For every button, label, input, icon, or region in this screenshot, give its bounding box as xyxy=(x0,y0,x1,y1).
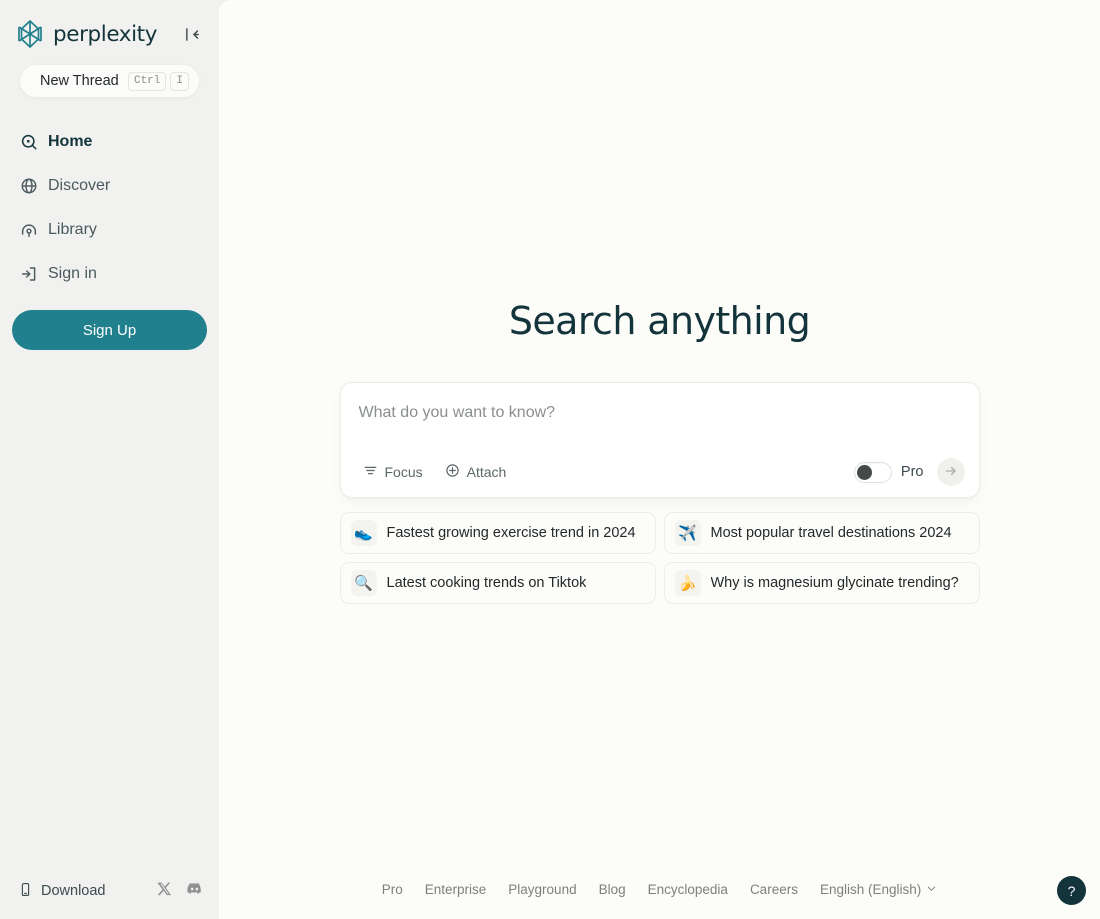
language-selector[interactable]: English (English) xyxy=(820,882,937,897)
attach-label: Attach xyxy=(466,464,507,480)
footer-link-enterprise[interactable]: Enterprise xyxy=(425,882,487,897)
sidebar-item-library-label: Library xyxy=(48,221,97,238)
search-input[interactable] xyxy=(354,399,965,425)
attach-button[interactable]: Attach xyxy=(437,457,515,487)
suggestion-label: Fastest growing exercise trend in 2024 xyxy=(386,525,636,541)
footer-link-pro[interactable]: Pro xyxy=(382,882,403,897)
sidebar-item-home[interactable]: Home xyxy=(14,120,205,164)
arrow-right-icon xyxy=(944,464,958,481)
suggestion-label: Why is magnesium glycinate trending? xyxy=(710,575,959,591)
perplexity-asterisk-logo-icon xyxy=(14,18,46,50)
globe-icon xyxy=(20,177,38,195)
shortcut-key-ctrl: Ctrl xyxy=(127,71,167,91)
search-box[interactable]: Focus Attach xyxy=(339,382,980,498)
new-thread-shortcut: Ctrl I xyxy=(127,71,189,91)
search-toolbar: Focus Attach Pro xyxy=(355,433,965,487)
mobile-phone-icon xyxy=(18,882,33,901)
sidebar-nav: Home Discover Library Sign in xyxy=(0,120,219,296)
sidebar-header: perplexity New Thread Ctrl I xyxy=(0,0,219,120)
app-root: perplexity New Thread Ctrl I Home Discov… xyxy=(0,0,1100,919)
pro-label: Pro xyxy=(900,464,924,480)
x-twitter-icon[interactable] xyxy=(157,881,172,901)
suggestion-list: 👟 Fastest growing exercise trend in 2024… xyxy=(339,512,980,604)
sidebar-item-home-label: Home xyxy=(48,133,93,150)
brand-row: perplexity xyxy=(14,16,205,52)
footer-link-encyclopedia[interactable]: Encyclopedia xyxy=(648,882,728,897)
focus-label: Focus xyxy=(384,464,423,480)
sidebar: perplexity New Thread Ctrl I Home Discov… xyxy=(0,0,219,919)
sidebar-item-discover[interactable]: Discover xyxy=(14,164,205,208)
shortcut-key-i: I xyxy=(170,71,189,91)
suggestion-label: Most popular travel destinations 2024 xyxy=(710,525,952,541)
pro-mode-toggle[interactable] xyxy=(853,461,892,483)
page-title: Search anything xyxy=(508,299,811,343)
sneaker-emoji-icon: 👟 xyxy=(350,520,377,546)
suggestion-card-magnesium-glycinate[interactable]: 🍌 Why is magnesium glycinate trending? xyxy=(663,562,980,604)
sign-up-button[interactable]: Sign Up xyxy=(12,310,207,350)
discord-icon[interactable] xyxy=(186,880,203,902)
chevron-down-icon xyxy=(926,882,937,897)
footer-link-playground[interactable]: Playground xyxy=(508,882,576,897)
focus-filter-icon xyxy=(363,463,378,481)
sidebar-item-discover-label: Discover xyxy=(48,177,111,194)
suggestion-card-travel-destinations[interactable]: ✈️ Most popular travel destinations 2024 xyxy=(663,512,980,554)
suggestion-card-cooking-trends[interactable]: 🔍 Latest cooking trends on Tiktok xyxy=(339,562,656,604)
sidebar-item-sign-in-label: Sign in xyxy=(48,265,97,282)
submit-search-button[interactable] xyxy=(936,458,965,486)
brand-wordmark: perplexity xyxy=(53,21,158,47)
sidebar-item-library[interactable]: Library xyxy=(14,208,205,252)
plus-circle-icon xyxy=(445,463,460,481)
pro-toggle-knob xyxy=(856,464,872,480)
footer-link-blog[interactable]: Blog xyxy=(599,882,626,897)
library-icon xyxy=(20,221,38,239)
sidebar-footer: Download xyxy=(0,871,219,919)
footer-link-careers[interactable]: Careers xyxy=(750,882,798,897)
search-toolbar-right: Pro xyxy=(853,458,965,486)
new-thread-button[interactable]: New Thread Ctrl I xyxy=(19,64,200,98)
download-button[interactable]: Download xyxy=(16,878,108,905)
home-search-icon xyxy=(20,133,38,151)
magnifying-glass-emoji-icon: 🔍 xyxy=(350,570,377,596)
sidebar-item-sign-in[interactable]: Sign in xyxy=(14,252,205,296)
new-thread-label: New Thread xyxy=(40,73,119,89)
airplane-emoji-icon: ✈️ xyxy=(674,520,701,546)
help-button[interactable]: ? xyxy=(1057,876,1086,905)
collapse-sidebar-icon[interactable] xyxy=(179,21,205,47)
banana-emoji-icon: 🍌 xyxy=(674,570,701,596)
search-section: Search anything What do you want to know… xyxy=(219,0,1100,863)
suggestion-label: Latest cooking trends on Tiktok xyxy=(386,575,587,591)
sign-in-icon xyxy=(20,265,38,283)
suggestion-card-exercise-trend[interactable]: 👟 Fastest growing exercise trend in 2024 xyxy=(339,512,656,554)
focus-button[interactable]: Focus xyxy=(355,457,431,487)
social-links xyxy=(157,880,203,902)
search-area: Focus Attach xyxy=(339,382,980,604)
perplexity-logo-link[interactable]: perplexity xyxy=(14,18,179,50)
main-content: Search anything What do you want to know… xyxy=(219,0,1100,919)
download-label: Download xyxy=(41,883,106,899)
language-selector-label: English (English) xyxy=(819,881,922,897)
footer: Pro Enterprise Playground Blog Encyclope… xyxy=(219,863,1100,919)
